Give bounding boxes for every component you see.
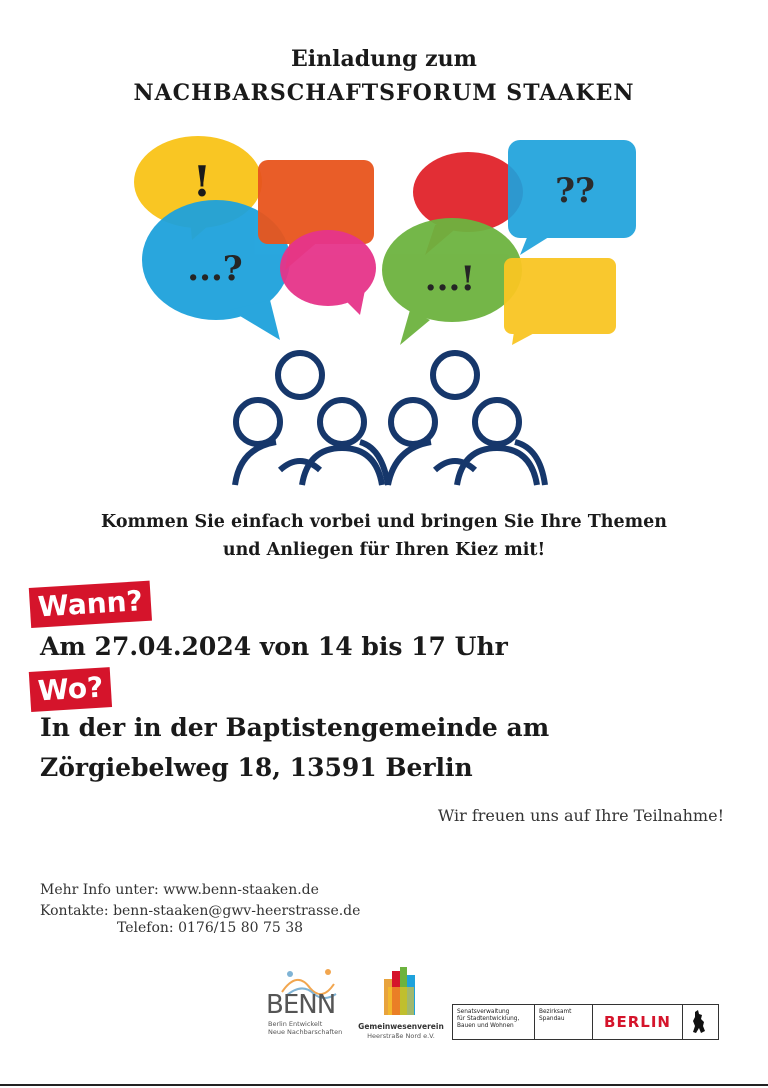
benn-logo-subtitle: Berlin Entwickelt Neue Nachbarschaften (268, 1020, 342, 1036)
when-label: Wann? (28, 580, 152, 628)
gwv-buildings-icon (384, 967, 415, 1015)
gwv-subtitle: Heerstraße Nord e.V. (367, 1032, 435, 1040)
bubble-text-dots-question: ...? (187, 249, 242, 289)
forum-title: NACHBARSCHAFTSFORUM STAAKEN (133, 80, 635, 106)
event-date: Am 27.04.2024 von 14 bis 17 Uhr (40, 632, 508, 661)
blue-rect-speech-bubble: ?? (508, 140, 636, 255)
bubble-text-double-question: ?? (555, 171, 595, 211)
closing-text: Wir freuen uns auf Ihre Teilnahme! (437, 806, 724, 825)
district-office: Bezirksamt Spandau (535, 1005, 593, 1039)
benn-logo-text: BENN (266, 990, 336, 1020)
event-location-line-2: Zörgiebelweg 18, 13591 Berlin (40, 753, 473, 782)
benn-sub-line-2: Neue Nachbarschaften (268, 1028, 343, 1036)
intro-line-1: Kommen Sie einfach vorbei und bringen Si… (101, 512, 667, 532)
bubble-text-dots-exclaim: ...! (425, 259, 475, 299)
intro-line-2: und Anliegen für Ihren Kiez mit! (222, 540, 546, 560)
berlin-wordmark: BERLIN (593, 1005, 683, 1039)
invitation-heading: Einladung zum (291, 46, 477, 72)
info-website: Mehr Info unter: www.benn-staaken.de (40, 882, 319, 898)
berlin-bear-icon (683, 1005, 718, 1039)
pink-speech-bubble (280, 230, 376, 315)
berlin-sponsor-box: Senatsverwaltung für Stadtentwicklung, B… (452, 1004, 719, 1040)
intro-text: Kommen Sie einfach vorbei und bringen Si… (0, 508, 768, 564)
yellow-rect-speech-bubble (504, 258, 616, 345)
bottom-rule (0, 1084, 768, 1086)
district-line-1: Bezirksamt (539, 1009, 572, 1015)
where-label: Wo? (28, 667, 113, 712)
bubble-text-exclaim: ! (193, 157, 211, 206)
contact-phone: Telefon: 0176/15 80 75 38 (117, 920, 304, 936)
people-group-icon (232, 350, 548, 486)
district-line-2: Spandau (539, 1016, 565, 1022)
green-speech-bubble: ...! (382, 218, 522, 345)
senate-line-3: Bauen und Wohnen (457, 1023, 514, 1029)
benn-sub-line-1: Berlin Entwickelt (268, 1020, 323, 1028)
senate-line-2: für Stadtentwicklung, (457, 1016, 520, 1022)
contact-email: Kontakte: benn-staaken@gwv-heerstrasse.d… (40, 903, 361, 919)
senate-line-1: Senatsverwaltung (457, 1009, 510, 1015)
gwv-name: Gemeinwesenverein (358, 1022, 444, 1031)
senate-department: Senatsverwaltung für Stadtentwicklung, B… (453, 1005, 535, 1039)
speech-bubbles-illustration: ! ...? ?? ...! (134, 136, 636, 486)
event-location-line-1: In der in der Baptistengemeinde am (40, 713, 550, 742)
